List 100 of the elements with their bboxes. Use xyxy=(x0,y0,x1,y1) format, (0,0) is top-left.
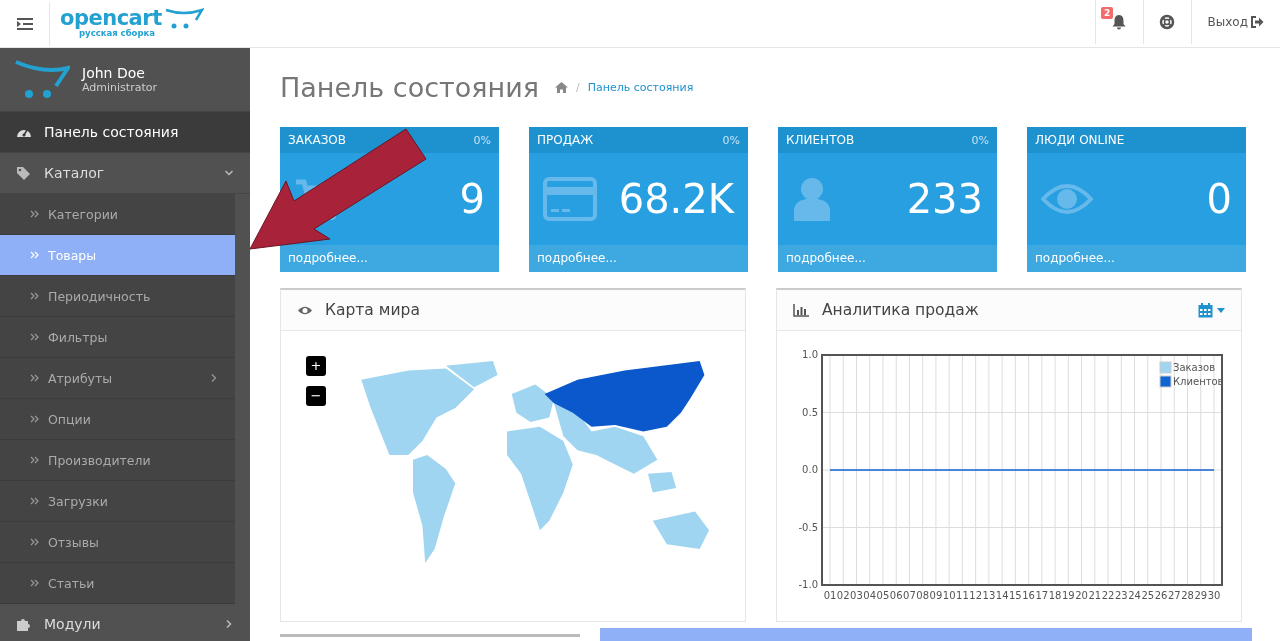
double-chevron-icon xyxy=(30,333,39,341)
stat-title: ЛЮДИ ONLINE xyxy=(1035,133,1125,147)
bar-chart-icon xyxy=(793,303,810,317)
axis-label: 0.5 xyxy=(802,406,818,418)
axis-label: 24 xyxy=(1128,590,1141,601)
stat-title: КЛИЕНТОВ xyxy=(786,133,855,147)
submenu-item[interactable]: Загрузки xyxy=(0,481,235,522)
panel-title: Карта мира xyxy=(325,301,420,319)
stat-value: 0 xyxy=(1206,176,1232,222)
panel-title: Аналитика продаж xyxy=(822,301,979,319)
axis-label: 13 xyxy=(982,590,996,601)
double-chevron-icon xyxy=(30,456,39,464)
axis-label: -1.0 xyxy=(798,579,818,590)
axis-label: 10 xyxy=(942,590,956,601)
tags-icon xyxy=(16,166,32,180)
eye-icon xyxy=(1041,183,1093,215)
stat-percent: 0% xyxy=(473,133,491,147)
double-chevron-icon xyxy=(30,210,39,218)
notifications-button[interactable]: 2 xyxy=(1094,0,1143,44)
axis-label: 14 xyxy=(995,590,1009,601)
axis-label: 28 xyxy=(1181,590,1194,601)
more-link[interactable]: подробнее... xyxy=(529,245,748,272)
submenu-item[interactable]: Отзывы xyxy=(0,522,235,563)
axis-label: 26 xyxy=(1154,590,1168,601)
lifebuoy-icon xyxy=(1159,14,1176,30)
sign-out-icon xyxy=(1251,16,1264,28)
double-chevron-icon xyxy=(30,497,39,505)
more-link[interactable]: подробнее... xyxy=(778,245,997,272)
axis-label: 05 xyxy=(876,590,890,601)
submenu-item[interactable]: Периодичность xyxy=(0,276,235,317)
axis-label: 11 xyxy=(956,590,969,601)
stat-value: 9 xyxy=(459,176,485,222)
axis-label: 01 xyxy=(823,590,837,601)
user-name: John Doe xyxy=(82,65,146,81)
axis-label: 03 xyxy=(850,590,863,601)
axis-label: 18 xyxy=(1048,590,1062,601)
axis-label: 20 xyxy=(1075,590,1088,601)
double-chevron-icon xyxy=(30,415,39,423)
axis-label: 15 xyxy=(1009,590,1022,601)
stat-title: ПРОДАЖ xyxy=(537,133,594,147)
axis-label: 07 xyxy=(903,590,916,601)
logo-text[interactable]: opencart xyxy=(60,5,162,30)
submenu-item[interactable]: Статьи xyxy=(0,563,235,604)
axis-label: 06 xyxy=(889,590,903,601)
axis-label: 17 xyxy=(1035,590,1049,601)
axis-label: 12 xyxy=(969,590,982,601)
stat-percent: 0% xyxy=(722,133,740,147)
axis-label: 04 xyxy=(863,590,877,601)
more-link[interactable]: подробнее... xyxy=(1027,245,1246,272)
date-range-dropdown[interactable] xyxy=(1198,302,1225,318)
chevron-right-icon xyxy=(209,373,219,383)
sidebar-item[interactable]: Модули xyxy=(0,604,250,641)
logo-subtitle: русская сборка xyxy=(79,27,156,38)
credit-card-icon xyxy=(543,177,597,221)
axis-label: 25 xyxy=(1141,590,1155,601)
axis-label: -0.5 xyxy=(798,521,818,533)
chevron-right-icon xyxy=(224,619,234,629)
calendar-icon xyxy=(1198,302,1213,318)
page-title: Панель состояния xyxy=(280,72,539,103)
more-link[interactable]: подробнее... xyxy=(280,245,499,272)
submenu-item[interactable]: Опции xyxy=(0,399,235,440)
submenu-item[interactable]: Фильтры xyxy=(0,317,235,358)
legend-label: Заказов xyxy=(1173,362,1216,373)
breadcrumb-separator: / xyxy=(576,81,580,94)
chevron-down-icon xyxy=(224,168,234,178)
user-role: Administrator xyxy=(82,81,157,94)
user-icon xyxy=(792,177,832,221)
stat-value: 233 xyxy=(906,176,983,222)
zoom-in-button[interactable]: + xyxy=(306,356,326,376)
axis-label: 21 xyxy=(1088,590,1102,601)
cart-icon xyxy=(164,5,204,30)
puzzle-icon xyxy=(16,617,32,631)
home-icon[interactable] xyxy=(555,82,568,93)
double-chevron-icon xyxy=(30,579,39,587)
stat-title: ЗАКАЗОВ xyxy=(288,133,346,147)
submenu-item[interactable]: Производители xyxy=(0,440,235,481)
double-chevron-icon xyxy=(30,292,39,300)
notification-count-badge: 2 xyxy=(1101,7,1114,19)
zoom-out-button[interactable]: − xyxy=(306,386,326,406)
sidebar-item[interactable]: Панель состояния xyxy=(0,112,250,153)
axis-label: 27 xyxy=(1167,590,1181,601)
axis-label: 09 xyxy=(929,590,943,601)
submenu-item[interactable]: Атрибуты xyxy=(0,358,235,399)
axis-label: 02 xyxy=(836,590,850,601)
axis-label: 22 xyxy=(1101,590,1115,601)
breadcrumb-link[interactable]: Панель состояния xyxy=(587,81,694,94)
eye-icon xyxy=(297,304,313,316)
submenu-item[interactable]: Товары xyxy=(0,235,235,276)
caret-icon xyxy=(1217,307,1225,313)
axis-label: 23 xyxy=(1114,590,1128,601)
stat-value: 68.2K xyxy=(618,176,734,222)
axis-label: 19 xyxy=(1062,590,1075,601)
double-chevron-icon xyxy=(30,251,39,259)
menu-icon xyxy=(16,17,33,30)
axis-label: 08 xyxy=(916,590,930,601)
cart-logo-icon xyxy=(14,59,70,100)
double-chevron-icon xyxy=(30,374,39,382)
stat-percent: 0% xyxy=(971,133,989,147)
axis-label: 1.0 xyxy=(802,349,818,360)
logout-button[interactable]: Выход xyxy=(1190,0,1264,44)
